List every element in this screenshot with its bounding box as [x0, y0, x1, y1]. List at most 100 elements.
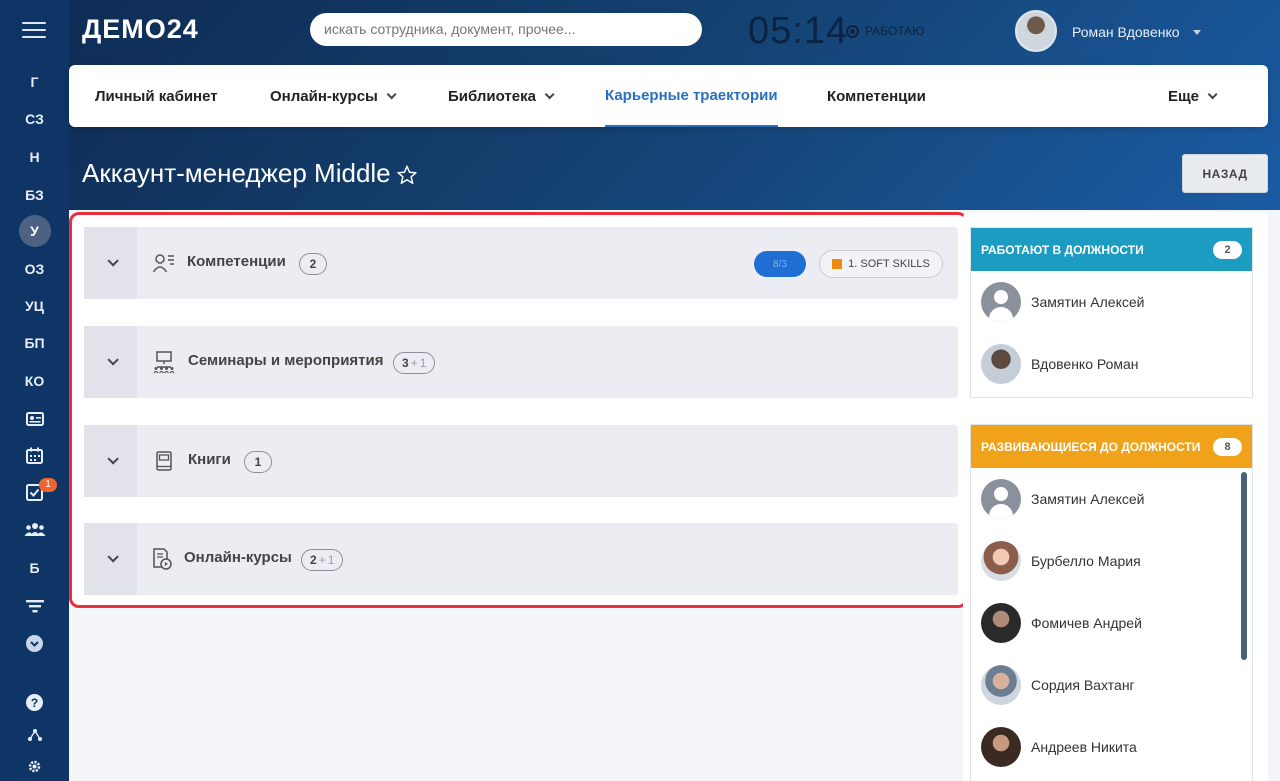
soft-skills-tag[interactable]: 1. SOFT SKILLS	[819, 250, 943, 278]
avatar	[981, 541, 1021, 581]
developing-to-position-card: РАЗВИВАЮЩИЕСЯ ДО ДОЛЖНОСТИ 8 Замятин Але…	[970, 424, 1253, 781]
avatar	[981, 603, 1021, 643]
sidebar-item-g[interactable]: Г	[0, 67, 69, 97]
person-name: Фомичев Андрей	[1031, 615, 1142, 631]
count-extra-value: 1	[327, 553, 335, 567]
section-online-courses[interactable]: Онлайн-курсы 2 +1	[84, 523, 958, 595]
section-seminars[interactable]: Семинары и мероприятия 3 +1	[84, 326, 958, 398]
developing-card-header: РАЗВИВАЮЩИЕСЯ ДО ДОЛЖНОСТИ 8	[971, 425, 1252, 468]
expand-toggle[interactable]	[84, 425, 137, 497]
work-status[interactable]: РАБОТАЮ	[846, 24, 924, 38]
tab-label: Библиотека	[448, 87, 536, 105]
sidebar-item-uc[interactable]: УЦ	[0, 291, 69, 321]
tab-label: Еще	[1168, 87, 1200, 105]
list-item[interactable]: Андреев Никита	[971, 716, 1252, 778]
team-icon[interactable]	[0, 516, 69, 542]
expand-toggle[interactable]	[84, 227, 137, 299]
list-item[interactable]: Сордия Вахтанг	[971, 654, 1252, 716]
sidebar-item-sz[interactable]: СЗ	[0, 104, 69, 134]
chevron-down-icon	[106, 551, 119, 563]
tab-library[interactable]: Библиотека	[448, 65, 555, 127]
user-menu-caret-icon[interactable]	[1193, 30, 1201, 35]
competencies-icon	[152, 254, 174, 273]
left-sidebar: Г СЗ Н БЗ У ОЗ УЦ БП КО 1 Б ?	[0, 0, 69, 781]
working-card-header: РАБОТАЮТ В ДОЛЖНОСТИ 2	[971, 228, 1252, 271]
sidebar-item-ko[interactable]: КО	[0, 366, 69, 396]
chevron-down-icon	[386, 88, 397, 99]
person-name: Вдовенко Роман	[1031, 356, 1139, 372]
section-count: 2 +1	[301, 549, 344, 571]
expand-toggle[interactable]	[84, 523, 137, 595]
count-extra-value: 1	[419, 356, 427, 370]
sidebar-item-u-label: У	[18, 215, 51, 247]
calendar-icon[interactable]	[0, 442, 69, 468]
filter-icon[interactable]	[0, 593, 69, 619]
section-label: Книги	[188, 451, 231, 468]
seminar-icon	[153, 351, 175, 374]
count-value: 2	[310, 553, 317, 567]
main-navigation: Личный кабинет Онлайн-курсы Библиотека К…	[69, 65, 1268, 127]
expand-toggle[interactable]	[84, 326, 137, 398]
chevron-down-icon	[106, 453, 119, 465]
tab-competencies[interactable]: Компетенции	[827, 65, 926, 127]
section-books[interactable]: Книги 1	[84, 425, 958, 497]
avatar	[981, 344, 1021, 384]
list-item[interactable]: Вдовенко Роман	[971, 333, 1252, 395]
list-item[interactable]: Замятин Алексей	[971, 468, 1252, 530]
hamburger-menu-icon[interactable]	[22, 22, 46, 42]
structure-icon[interactable]	[0, 722, 69, 748]
section-count: 3 +1	[393, 352, 436, 374]
chevron-down-icon	[106, 354, 119, 366]
list-item[interactable]: Замятин Алексей	[971, 271, 1252, 333]
search-input[interactable]	[310, 13, 702, 46]
list-item[interactable]: Фомичев Андрей	[971, 592, 1252, 654]
app-logo[interactable]: ДЕМО24	[82, 14, 199, 45]
page-title: Аккаунт-менеджер Middle	[82, 158, 391, 188]
avatar	[981, 479, 1021, 519]
tab-more[interactable]: Еще	[1168, 65, 1218, 127]
svg-text:?: ?	[31, 696, 38, 710]
sidebar-item-oz[interactable]: ОЗ	[0, 254, 69, 284]
help-icon[interactable]: ?	[0, 689, 69, 715]
developing-count-badge: 8	[1213, 438, 1242, 456]
expand-more-icon[interactable]	[0, 630, 69, 656]
user-name[interactable]: Роман Вдовенко	[1072, 24, 1180, 40]
skill-tag-label: 1. SOFT SKILLS	[848, 258, 930, 270]
person-name: Андреев Никита	[1031, 739, 1137, 755]
person-name: Замятин Алексей	[1031, 294, 1145, 310]
competence-progress-pill[interactable]: 8/3	[754, 251, 806, 277]
tab-online-courses[interactable]: Онлайн-курсы	[270, 65, 397, 127]
list-item[interactable]: Бурбелло Мария	[971, 530, 1252, 592]
list-scrollbar[interactable]	[1241, 472, 1247, 660]
book-icon	[156, 451, 172, 471]
work-status-label: РАБОТАЮ	[865, 24, 925, 38]
tasks-badge: 1	[39, 478, 57, 492]
sidebar-item-bz[interactable]: БЗ	[0, 180, 69, 210]
work-clock: 05:14	[748, 10, 849, 52]
user-avatar[interactable]	[1015, 10, 1057, 52]
back-button[interactable]: НАЗАД	[1182, 154, 1268, 193]
sidebar-item-bp[interactable]: БП	[0, 328, 69, 358]
avatar	[981, 665, 1021, 705]
working-in-position-card: РАБОТАЮТ В ДОЛЖНОСТИ 2 Замятин Алексей В…	[970, 227, 1253, 398]
sidebar-item-b[interactable]: Б	[0, 553, 69, 583]
section-label: Онлайн-курсы	[184, 549, 292, 566]
working-card-title: РАБОТАЮТ В ДОЛЖНОСТИ	[981, 242, 1144, 257]
chevron-down-icon	[544, 88, 555, 99]
tasks-icon[interactable]	[0, 479, 69, 505]
id-card-icon[interactable]	[0, 406, 69, 432]
plus-sign: +	[410, 356, 418, 370]
tab-personal-cabinet[interactable]: Личный кабинет	[95, 65, 218, 127]
section-count: 2	[299, 253, 327, 275]
section-label: Компетенции	[187, 253, 286, 270]
sidebar-item-n[interactable]: Н	[0, 142, 69, 172]
tab-career-paths[interactable]: Карьерные траектории	[605, 65, 778, 127]
favorite-star-icon[interactable]	[396, 164, 418, 191]
settings-gear-icon[interactable]	[0, 753, 69, 779]
tab-label: Карьерные траектории	[605, 86, 778, 104]
count-value: 1	[254, 455, 262, 469]
count-value: 2	[309, 257, 317, 271]
sidebar-item-u[interactable]: У	[0, 215, 69, 247]
online-course-icon	[153, 548, 172, 570]
chevron-down-icon	[106, 255, 119, 267]
